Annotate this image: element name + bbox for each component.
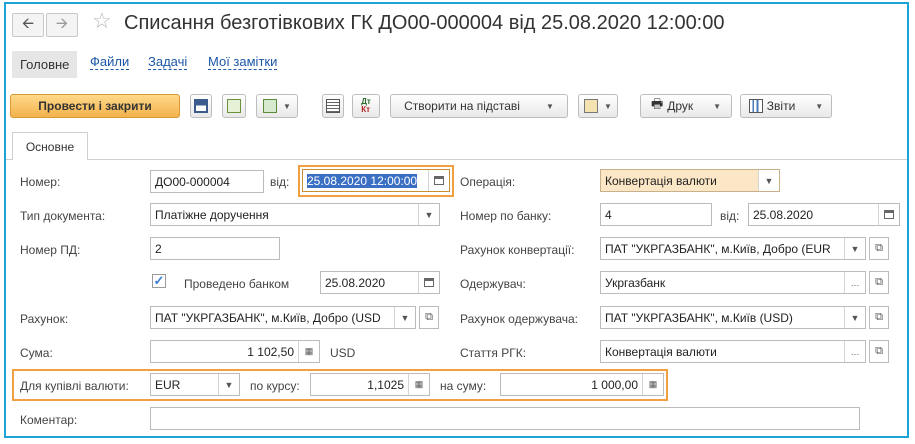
operation-label: Операція:	[460, 175, 516, 189]
favorite-star-icon[interactable]: ☆	[92, 10, 112, 32]
account-label: Рахунок:	[20, 312, 69, 326]
arrow-left-icon: 🡨	[21, 14, 35, 32]
sum-field[interactable]: 1 102,50 ▦	[150, 340, 320, 363]
floppy-disk-icon	[194, 99, 208, 113]
structure-icon	[263, 99, 278, 113]
open-link-icon[interactable]: ⧉	[869, 237, 889, 260]
bank-date-field[interactable]: 25.08.2020	[748, 203, 900, 226]
create-based-on-button[interactable]: Створити на підставі ▼	[390, 94, 568, 118]
bank-from-label: від:	[720, 209, 740, 223]
checkmark-icon: ✓	[153, 273, 165, 288]
from-label: від:	[270, 175, 290, 189]
bank-number-label: Номер по банку:	[460, 209, 552, 223]
operation-select[interactable]: Конвертація валюти ▼	[600, 169, 780, 192]
forward-button[interactable]: 🡪	[46, 13, 78, 37]
debit-credit-icon: Дт Кт	[361, 97, 371, 114]
tab-divider	[6, 159, 907, 160]
chevron-down-icon[interactable]: ▼	[844, 307, 865, 328]
recipient-account-label: Рахунок одержувача:	[460, 312, 578, 326]
calculator-icon[interactable]: ▦	[408, 374, 429, 395]
number-label: Номер:	[20, 175, 61, 189]
journal-button[interactable]	[322, 94, 344, 118]
calendar-icon[interactable]	[418, 272, 439, 293]
chevron-down-icon[interactable]: ▼	[394, 307, 415, 328]
bank-posted-date-field[interactable]: 25.08.2020	[320, 271, 440, 294]
buy-currency-select[interactable]: EUR ▼	[150, 373, 240, 396]
open-link-icon[interactable]: ⧉	[869, 271, 889, 294]
rate-label: по курсу:	[250, 379, 300, 393]
open-link-icon[interactable]: ⧉	[869, 340, 889, 363]
print-button[interactable]: 🖶 Друк ▼	[640, 94, 732, 118]
rgk-field[interactable]: Конвертація валюти …	[600, 340, 866, 363]
chevron-down-icon: ▼	[713, 101, 722, 111]
chevron-down-icon[interactable]: ▼	[218, 374, 239, 395]
sum-currency: USD	[330, 346, 356, 360]
amount-label: на суму:	[440, 379, 487, 393]
pd-number-label: Номер ПД:	[20, 243, 81, 257]
rgk-label: Стаття РГК:	[460, 346, 527, 360]
comment-field[interactable]	[150, 407, 860, 430]
open-link-icon[interactable]: ⧉	[419, 306, 439, 329]
document-window: 🡨 🡪 ☆ Списання безготівкових ГК ДО00-000…	[4, 2, 909, 438]
ellipsis-icon[interactable]: …	[844, 272, 865, 293]
doc-type-label: Тип документа:	[20, 209, 106, 223]
bank-posted-checkbox[interactable]: ✓	[152, 273, 166, 288]
buy-currency-label: Для купівлі валюти:	[20, 379, 129, 393]
calendar-icon[interactable]	[428, 170, 449, 191]
bank-number-field[interactable]: 4	[600, 203, 712, 226]
bank-posted-label: Проведено банком	[184, 277, 290, 291]
chevron-down-icon: ▼	[283, 101, 291, 111]
printer-icon: 🖶	[650, 96, 664, 111]
list-icon	[326, 99, 340, 113]
reports-button[interactable]: Звіти ▼	[740, 94, 832, 118]
post-document-icon	[227, 99, 241, 113]
chevron-down-icon: ▼	[545, 101, 554, 111]
chevron-down-icon: ▼	[604, 101, 612, 111]
nav-notes[interactable]: Мої замітки	[208, 55, 278, 70]
chevron-down-icon: ▼	[815, 101, 824, 111]
chevron-down-icon[interactable]: ▼	[758, 170, 779, 191]
structure-button[interactable]: ▼	[256, 94, 298, 118]
conversion-account-label: Рахунок конвертації:	[460, 243, 575, 257]
sum-label: Сума:	[20, 346, 53, 360]
open-link-icon[interactable]: ⧉	[869, 306, 889, 329]
nav-files[interactable]: Файли	[90, 55, 130, 70]
chevron-down-icon[interactable]: ▼	[844, 238, 865, 259]
debit-credit-button[interactable]: Дт Кт	[352, 94, 380, 118]
calendar-icon[interactable]	[878, 204, 899, 225]
save-button[interactable]	[190, 94, 212, 118]
recipient-account-select[interactable]: ПАТ "УКРГАЗБАНК", м.Київ (USD) ▼	[600, 306, 866, 329]
number-field[interactable]: ДО00-000004	[150, 170, 264, 193]
back-button[interactable]: 🡨	[12, 13, 44, 37]
post-button[interactable]	[222, 94, 246, 118]
post-and-close-button[interactable]: Провести і закрити	[10, 94, 180, 118]
conversion-account-select[interactable]: ПАТ "УКРГАЗБАНК", м.Київ, Добро (EUR ▼	[600, 237, 866, 260]
ellipsis-icon[interactable]: …	[844, 341, 865, 362]
pd-number-field[interactable]: 2	[150, 237, 280, 260]
doc-type-select[interactable]: Платіжне доручення ▼	[150, 203, 440, 226]
recipient-field[interactable]: Укргазбанк …	[600, 271, 866, 294]
amount-field[interactable]: 1 000,00 ▦	[500, 373, 664, 396]
page-title: Списання безготівкових ГК ДО00-000004 ві…	[124, 12, 725, 34]
rate-field[interactable]: 1,1025 ▦	[310, 373, 430, 396]
recipient-label: Одержувач:	[460, 277, 526, 291]
related-documents-icon	[584, 99, 599, 113]
related-documents-button[interactable]: ▼	[578, 94, 618, 118]
calculator-icon[interactable]: ▦	[298, 341, 319, 362]
nav-tasks[interactable]: Задачі	[148, 55, 188, 70]
account-select[interactable]: ПАТ "УКРГАЗБАНК", м.Київ, Добро (USD ▼	[150, 306, 416, 329]
nav-main[interactable]: Головне	[12, 51, 78, 78]
report-chart-icon	[748, 99, 763, 113]
comment-label: Коментар:	[20, 413, 78, 427]
date-field[interactable]: 25.08.2020 12:00:00	[302, 169, 450, 192]
chevron-down-icon[interactable]: ▼	[418, 204, 439, 225]
tab-main[interactable]: Основне	[12, 132, 88, 160]
arrow-right-icon: 🡪	[55, 14, 69, 32]
calculator-icon[interactable]: ▦	[642, 374, 663, 395]
